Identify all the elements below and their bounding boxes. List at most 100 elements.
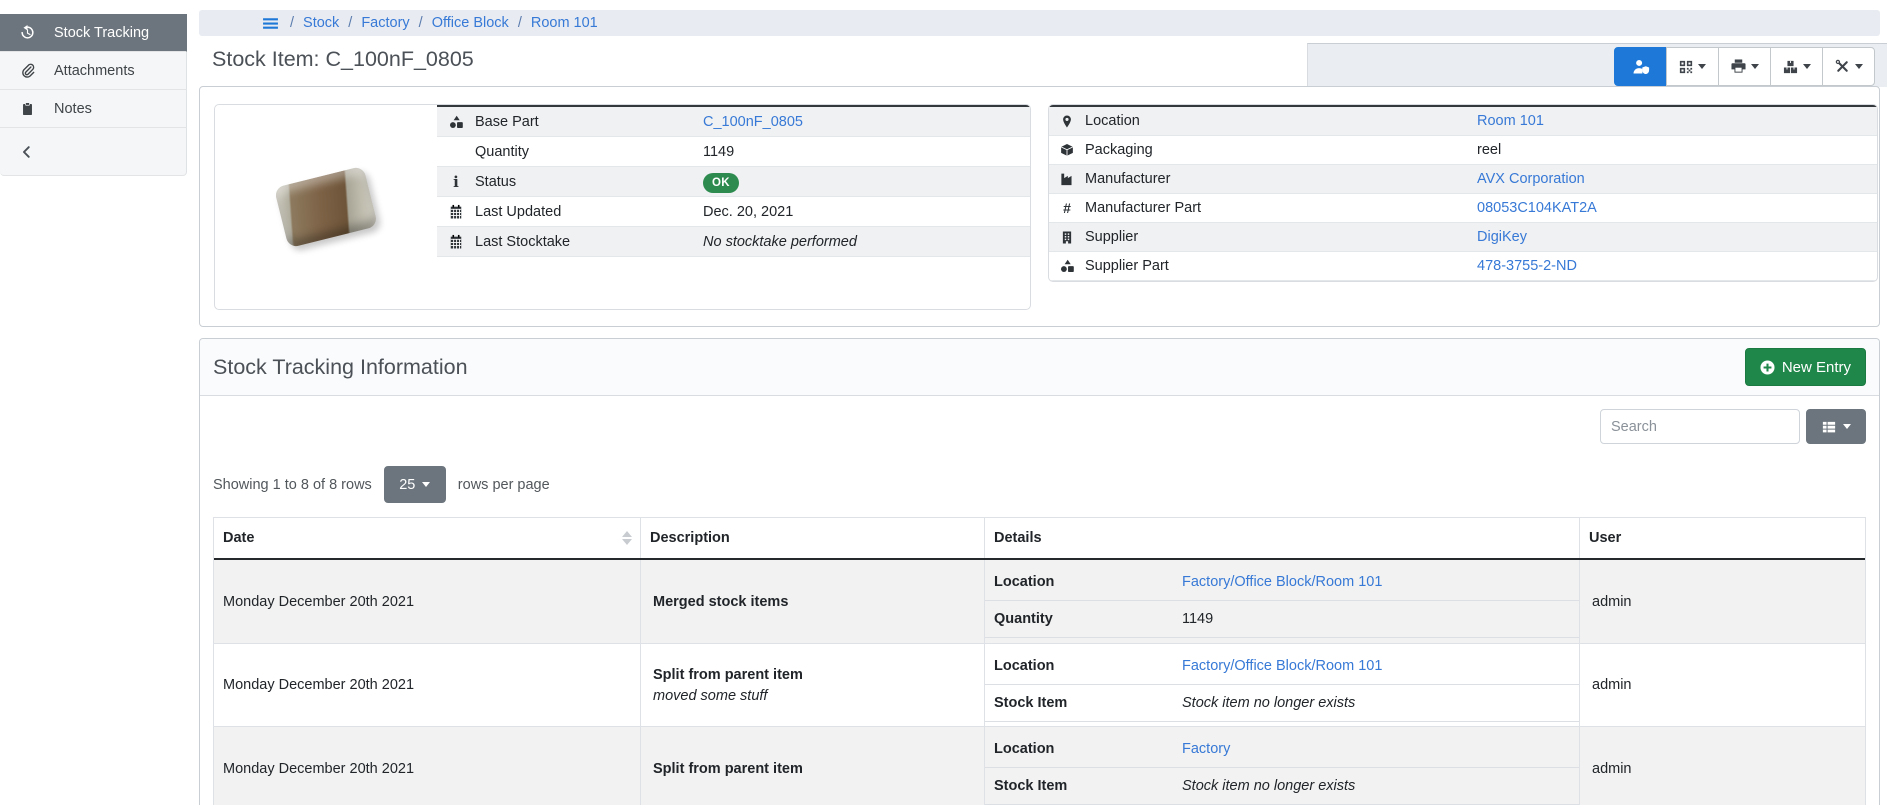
calendar-icon: [437, 204, 475, 219]
field-label: Manufacturer Part: [1085, 200, 1477, 216]
entry-description: Split from parent item moved some stuff: [641, 644, 985, 726]
table-row: Monday December 20th 2021 Merged stock i…: [214, 560, 1865, 644]
table-controls: [213, 409, 1866, 444]
supplier-part-link[interactable]: 478-3755-2-ND: [1477, 258, 1877, 274]
admin-user-shield-button[interactable]: [1614, 47, 1667, 86]
table-row: Last Stocktake No stocktake performed: [437, 227, 1030, 257]
part-image-cell: [215, 105, 437, 309]
sidebar-item-stock-tracking[interactable]: Stock Tracking: [0, 14, 187, 52]
page-header: Stock Item: C_100nF_0805: [199, 36, 1880, 86]
rows-per-page-label: rows per page: [458, 477, 550, 493]
hashtag-icon: #: [1049, 200, 1085, 216]
info-icon: i: [437, 173, 475, 191]
table-row: Quantity 1149: [437, 137, 1030, 167]
item-source-table: Location Room 101 Packaging reel Manufac…: [1049, 105, 1877, 281]
manufacturer-link[interactable]: AVX Corporation: [1477, 171, 1877, 187]
barcode-actions-button[interactable]: [1666, 47, 1719, 86]
detail-row: Stock Item Stock item no longer exists: [985, 768, 1579, 805]
sidebar-item-notes[interactable]: Notes: [0, 90, 187, 128]
location-link[interactable]: Room 101: [1477, 113, 1877, 129]
print-actions-button[interactable]: [1718, 47, 1771, 86]
entry-details: Location Factory/Office Block/Room 101 Q…: [985, 560, 1580, 643]
table-row: Monday December 20th 2021 Split from par…: [214, 644, 1865, 727]
new-entry-label: New Entry: [1782, 359, 1851, 376]
entry-user: admin: [1580, 644, 1865, 726]
entry-description: Merged stock items: [641, 560, 985, 643]
building-icon: [1049, 230, 1085, 245]
sidebar-item-label: Attachments: [54, 63, 135, 79]
page-size-dropdown[interactable]: 25: [384, 466, 446, 503]
sort-icon[interactable]: [622, 531, 632, 545]
shapes-icon: [437, 115, 475, 129]
field-label: Location: [1085, 113, 1477, 129]
shapes-icon: [1049, 259, 1085, 273]
tracking-table-header: Date Description Details User: [214, 517, 1865, 560]
base-part-link[interactable]: C_100nF_0805: [703, 114, 1030, 130]
sidebar-collapse-button[interactable]: [0, 128, 187, 176]
search-input[interactable]: [1600, 409, 1800, 444]
chevron-left-icon: [0, 145, 54, 159]
user-shield-icon: [1632, 59, 1650, 74]
column-header-date[interactable]: Date: [214, 518, 641, 558]
status-badge: OK: [703, 173, 739, 193]
chevron-down-icon: [1843, 424, 1851, 429]
stock-tracking-card: Stock Tracking Information New Entry: [199, 338, 1880, 805]
column-header-description[interactable]: Description: [641, 518, 985, 558]
stock-actions-button[interactable]: [1770, 47, 1823, 86]
table-row: Manufacturer AVX Corporation: [1049, 165, 1877, 194]
breadcrumb-link-office-block[interactable]: Office Block: [432, 15, 509, 31]
chevron-down-icon: [422, 482, 430, 487]
last-stocktake-value: No stocktake performed: [703, 234, 1030, 250]
menu-icon[interactable]: [261, 15, 280, 32]
printer-icon: [1731, 59, 1746, 74]
map-marker-icon: [1049, 114, 1085, 129]
breadcrumb-link-stock[interactable]: Stock: [303, 15, 339, 31]
breadcrumb-link-room-101[interactable]: Room 101: [531, 15, 598, 31]
field-label: Manufacturer: [1085, 171, 1477, 187]
new-entry-button[interactable]: New Entry: [1745, 348, 1866, 386]
table-row: Location Room 101: [1049, 107, 1877, 136]
breadcrumb-link-factory[interactable]: Factory: [361, 15, 409, 31]
history-icon: [0, 25, 54, 40]
field-label: Last Stocktake: [475, 234, 703, 250]
clipboard-icon: [0, 101, 54, 116]
entry-details: Location Factory/Office Block/Room 101 S…: [985, 644, 1580, 726]
factory-icon: [1049, 172, 1085, 186]
list-columns-icon: [1821, 420, 1837, 434]
main-content: / Stock / Factory / Office Block / Room …: [199, 10, 1880, 805]
column-header-user[interactable]: User: [1580, 518, 1865, 558]
detail-row: Stock Item Stock item no longer exists: [985, 685, 1579, 722]
stock-item-actions-button[interactable]: [1822, 47, 1875, 86]
location-link[interactable]: Factory: [1182, 741, 1579, 757]
breadcrumb-separator: /: [518, 15, 522, 31]
sidebar: Stock Tracking Attachments Notes: [0, 14, 187, 176]
detail-row: Quantity 1149: [985, 601, 1579, 638]
tools-icon: [1835, 59, 1850, 74]
table-row: i Status OK: [437, 167, 1030, 197]
table-row: Monday December 20th 2021 Split from par…: [214, 727, 1865, 805]
header-button-group: [1614, 47, 1875, 86]
part-thumbnail-image[interactable]: [274, 166, 378, 248]
plus-circle-icon: [1760, 360, 1775, 375]
item-summary-box: Base Part C_100nF_0805 Quantity 1149 i S…: [214, 104, 1031, 310]
manufacturer-part-link[interactable]: 08053C104KAT2A: [1477, 200, 1877, 216]
entry-details: Location Factory Stock Item Stock item n…: [985, 727, 1580, 805]
stock-item-detail-card: Base Part C_100nF_0805 Quantity 1149 i S…: [199, 86, 1880, 327]
table-row: Base Part C_100nF_0805: [437, 107, 1030, 137]
tracking-card-header: Stock Tracking Information New Entry: [200, 339, 1879, 396]
last-updated-value: Dec. 20, 2021: [703, 204, 1030, 220]
column-header-details[interactable]: Details: [985, 518, 1580, 558]
chevron-down-icon: [1803, 64, 1811, 69]
sidebar-item-label: Stock Tracking: [54, 25, 149, 41]
location-link[interactable]: Factory/Office Block/Room 101: [1182, 658, 1579, 674]
sidebar-item-attachments[interactable]: Attachments: [0, 52, 187, 90]
chevron-down-icon: [1751, 64, 1759, 69]
location-link[interactable]: Factory/Office Block/Room 101: [1182, 574, 1579, 590]
supplier-link[interactable]: DigiKey: [1477, 229, 1877, 245]
qrcode-icon: [1679, 60, 1693, 74]
table-row: Packaging reel: [1049, 136, 1877, 165]
field-label: Packaging: [1085, 142, 1477, 158]
chevron-down-icon: [1698, 64, 1706, 69]
calendar-icon: [437, 234, 475, 249]
columns-toggle-button[interactable]: [1806, 409, 1866, 444]
